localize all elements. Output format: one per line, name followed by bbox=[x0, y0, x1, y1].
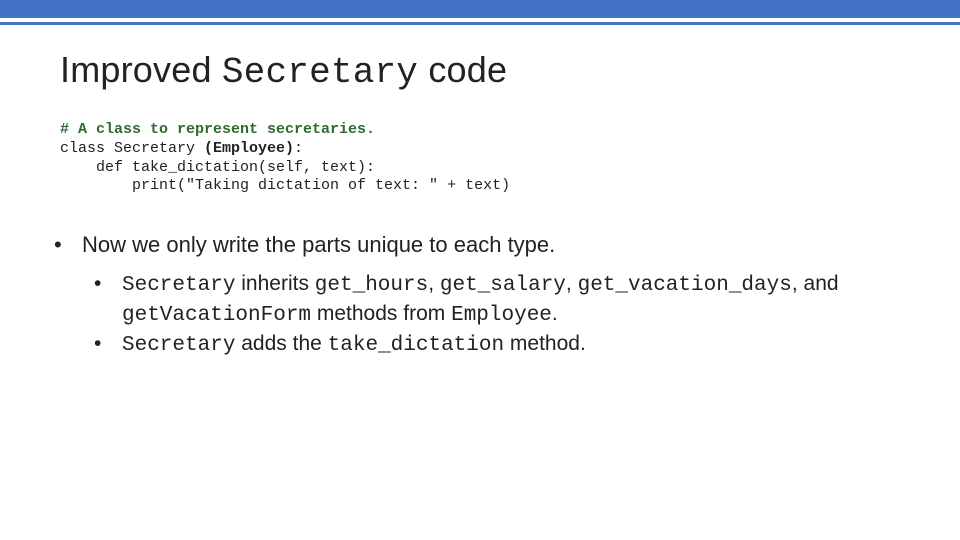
b3-t2: method. bbox=[504, 332, 586, 355]
b3-code-2: take_dictation bbox=[328, 334, 504, 357]
b2-t5: methods from bbox=[311, 302, 451, 325]
b2-t4: , and bbox=[792, 272, 839, 295]
top-band bbox=[0, 0, 960, 22]
code-line-2a: class Secretary bbox=[60, 140, 204, 157]
code-line-4: print("Taking dictation of text: " + tex… bbox=[60, 177, 510, 194]
b2-code-1: Secretary bbox=[122, 274, 235, 297]
title-code: Secretary bbox=[222, 52, 418, 93]
b2-t1: inherits bbox=[235, 272, 314, 295]
b2-code-5: getVacationForm bbox=[122, 304, 311, 327]
code-line-2b: (Employee) bbox=[204, 140, 294, 157]
slide-title: Improved Secretary code bbox=[60, 49, 900, 93]
b3-t1: adds the bbox=[235, 332, 327, 355]
b2-code-3: get_salary bbox=[440, 274, 566, 297]
slide: Improved Secretary code # A class to rep… bbox=[0, 0, 960, 540]
code-block: # A class to represent secretaries. clas… bbox=[60, 121, 900, 196]
b2-code-2: get_hours bbox=[315, 274, 428, 297]
bullet-1-text: Now we only write the parts unique to ea… bbox=[82, 232, 555, 257]
b3-code-1: Secretary bbox=[122, 334, 235, 357]
b2-code-4: get_vacation_days bbox=[578, 274, 792, 297]
bullet-list: •Now we only write the parts unique to e… bbox=[60, 230, 900, 361]
b2-t3: , bbox=[566, 272, 578, 295]
code-line-3: def take_dictation(self, text): bbox=[60, 159, 375, 176]
b2-t6: . bbox=[552, 302, 558, 325]
bullet-2: •Secretary inherits get_hours, get_salar… bbox=[108, 270, 900, 331]
slide-content: Improved Secretary code # A class to rep… bbox=[0, 49, 960, 361]
b2-t2: , bbox=[428, 272, 440, 295]
bullet-3: •Secretary adds the take_dictation metho… bbox=[108, 330, 900, 360]
bullet-1: •Now we only write the parts unique to e… bbox=[68, 230, 900, 260]
title-text-2: code bbox=[428, 49, 507, 90]
code-line-2c: : bbox=[294, 140, 303, 157]
title-text-1: Improved bbox=[60, 49, 222, 90]
code-comment: # A class to represent secretaries. bbox=[60, 121, 375, 138]
b2-code-6: Employee bbox=[451, 304, 552, 327]
